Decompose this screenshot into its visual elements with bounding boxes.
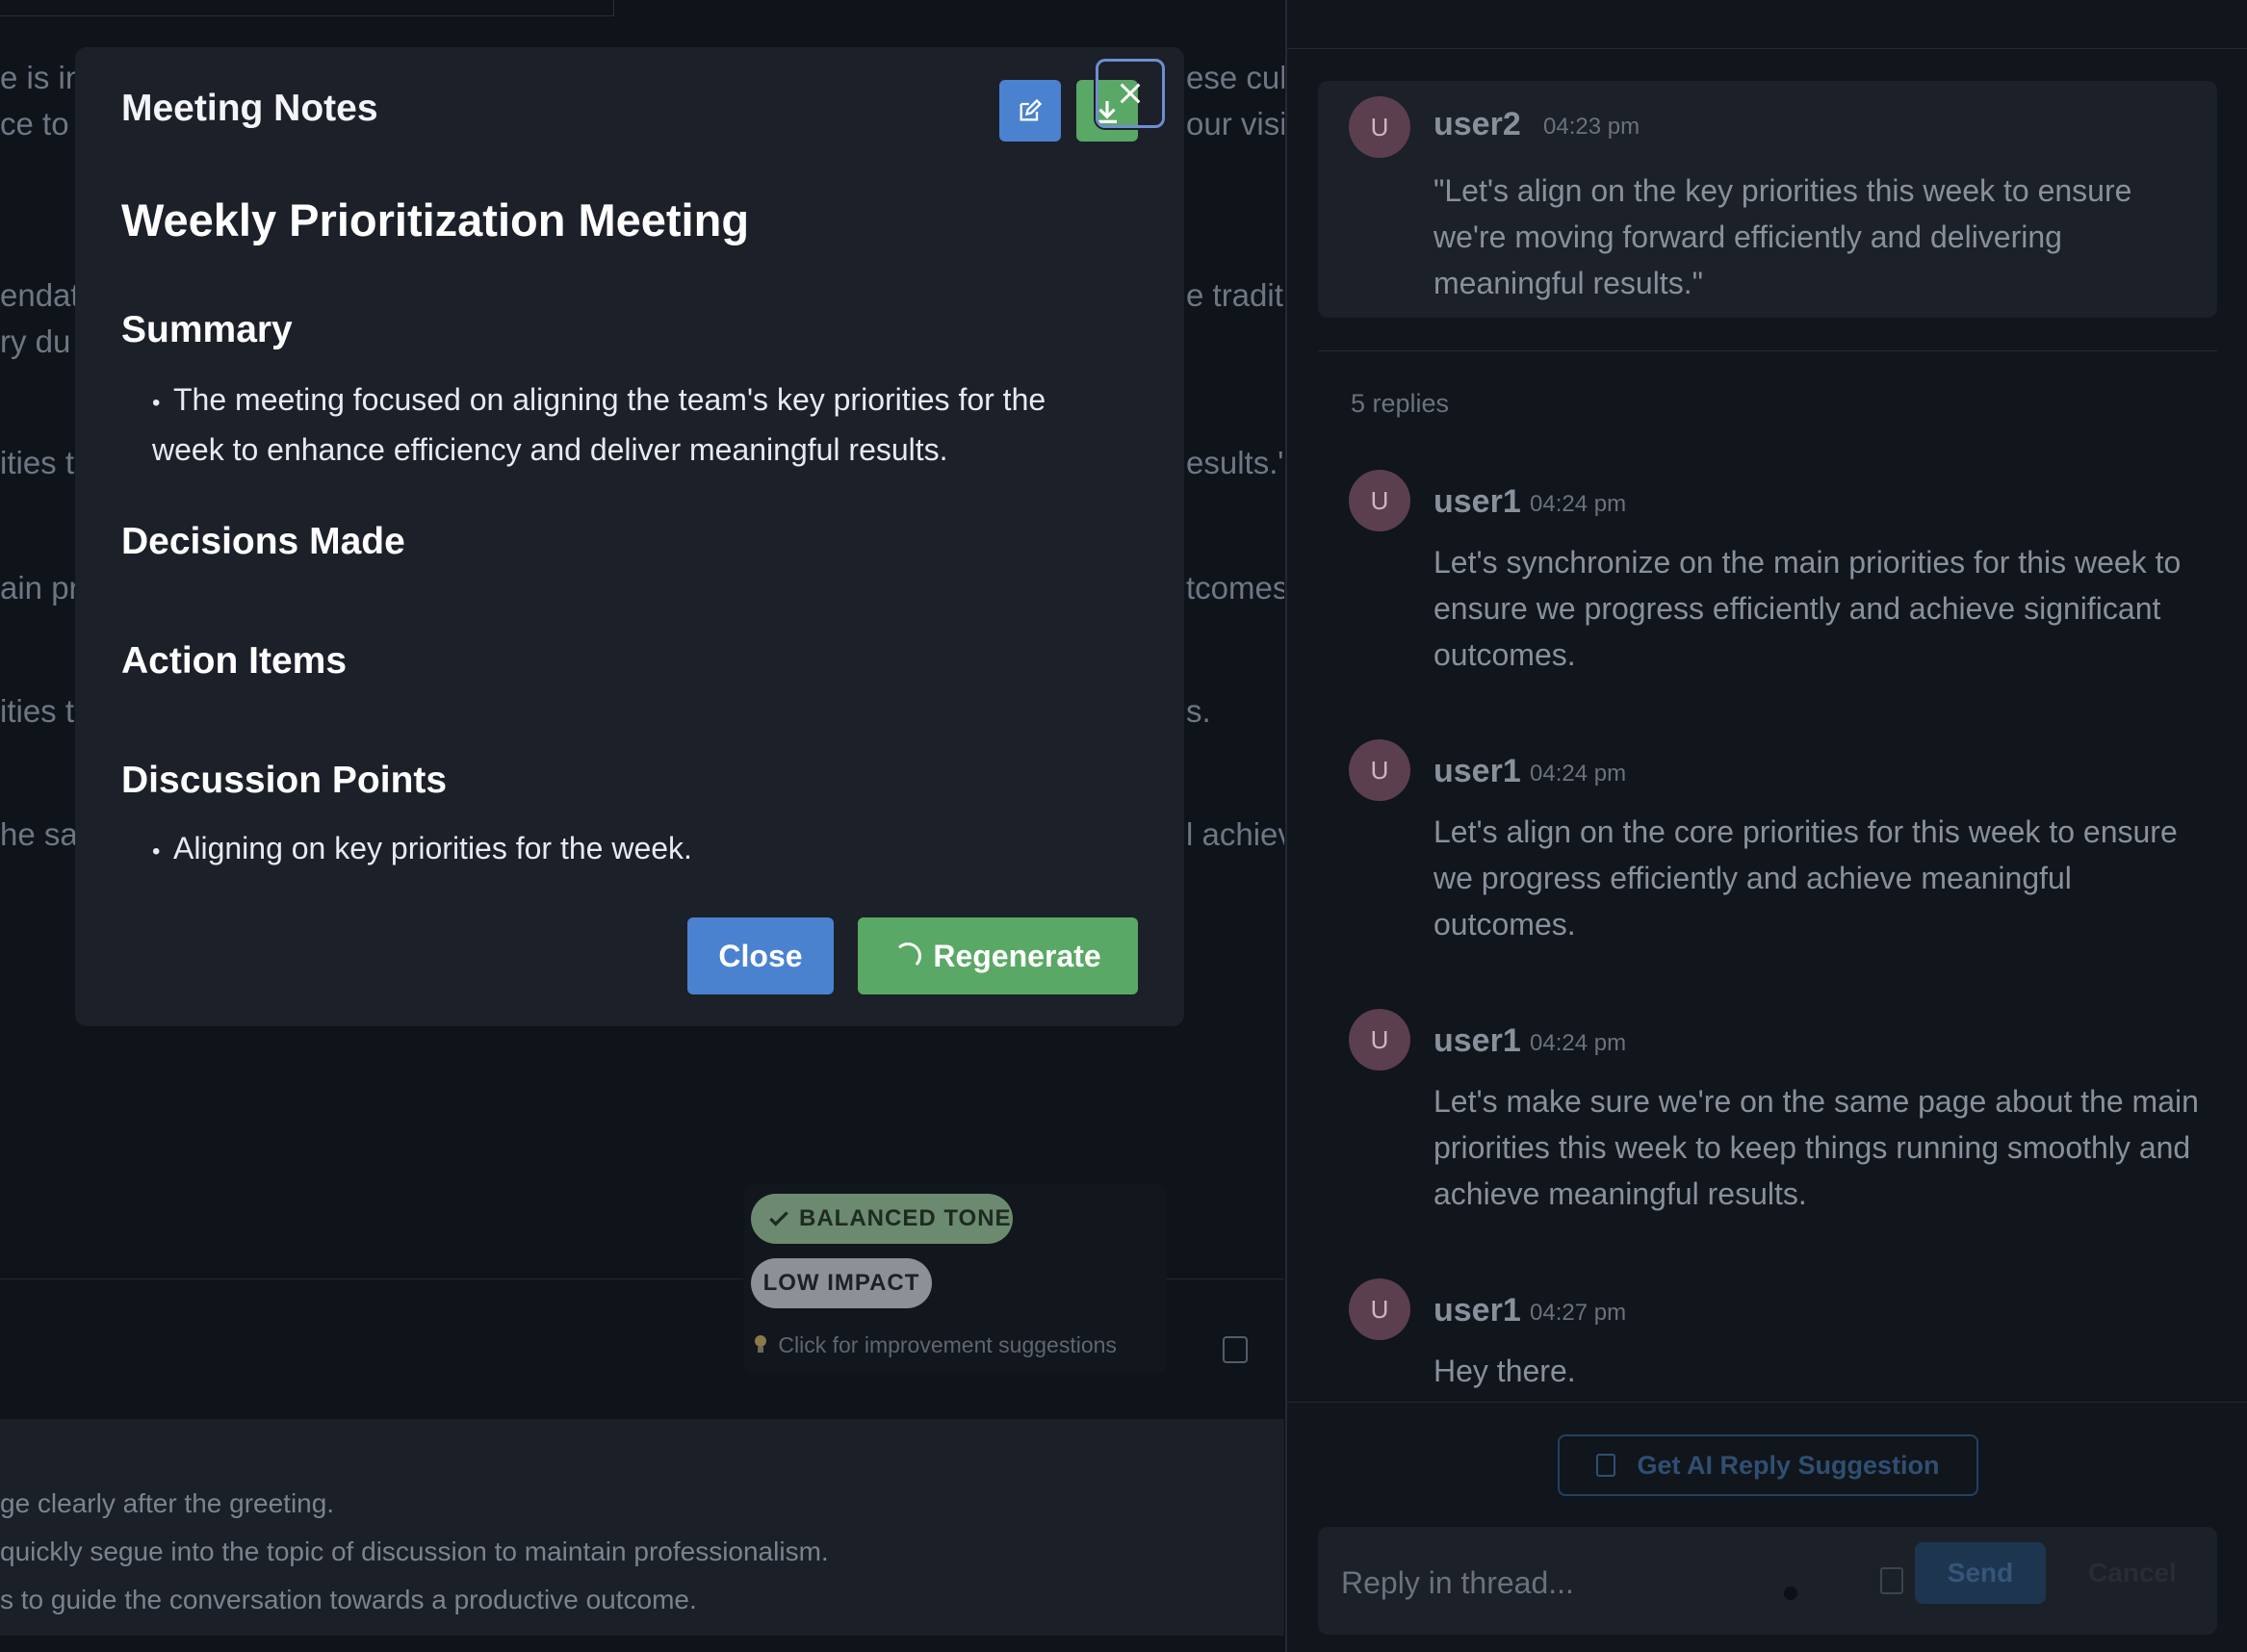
bg-text: ry du — [0, 323, 71, 359]
message-username: user1 — [1433, 483, 1521, 520]
summary-item: • The meeting focused on aligning the tea… — [152, 382, 1046, 467]
bg-text: s. — [1186, 693, 1211, 729]
message-time: 04:27 pm — [1530, 1300, 1627, 1326]
bg-text: e is in — [0, 60, 84, 95]
impact-badge: LOW IMPACT — [751, 1258, 932, 1308]
message-time: 04:23 pm — [1543, 114, 1640, 140]
cursor-dot — [1784, 1587, 1797, 1600]
cancel-button[interactable]: Cancel — [2088, 1542, 2177, 1604]
bg-text: endati — [0, 277, 87, 313]
suggestion-line: s to guide the conversation towards a pr… — [0, 1585, 697, 1614]
close-button[interactable]: Close — [687, 917, 834, 994]
modal-title: Meeting Notes — [121, 88, 378, 129]
ai-assist-icon[interactable] — [1880, 1567, 1903, 1594]
edit-icon — [1020, 98, 1043, 121]
reply-input[interactable] — [1339, 1548, 1767, 1617]
message-text: Hey there. — [1433, 1354, 1576, 1388]
replies-divider — [1318, 350, 2217, 351]
summary-item-text: The meeting focused on aligning the team… — [152, 382, 1046, 467]
message-time: 04:24 pm — [1530, 761, 1627, 787]
close-icon — [1120, 83, 1141, 104]
bg-text: tcomes — [1186, 570, 1284, 606]
send-button[interactable]: Send — [1915, 1542, 2046, 1604]
discussion-item-text: Aligning on key priorities for the week. — [173, 831, 692, 865]
message-text: Let's align on the core priorities for t… — [1433, 814, 2178, 942]
avatar: U — [1349, 739, 1410, 801]
replies-count: 5 replies — [1351, 389, 1450, 418]
suggestion-line: ge clearly after the greeting. — [0, 1488, 335, 1518]
discussion-heading: Discussion Points — [121, 760, 448, 801]
improvement-hint-label: Click for improvement suggestions — [778, 1332, 1117, 1357]
message-text: "Let's align on the key priorities this … — [1433, 173, 2132, 300]
thread-panel: U user2 04:23 pm "Let's align on the key… — [1285, 0, 2247, 1652]
edit-button[interactable] — [999, 80, 1061, 142]
meeting-heading: Weekly Prioritization Meeting — [121, 194, 750, 245]
top-input-bar — [0, 0, 614, 16]
avatar: U — [1349, 1278, 1410, 1340]
message-text: Let's make sure we're on the same page a… — [1433, 1084, 2199, 1211]
avatar: U — [1349, 470, 1410, 531]
reply-composer: Send Cancel — [1318, 1527, 2217, 1635]
meeting-notes-modal: Meeting Notes Weekly Prioritization Meet… — [75, 47, 1184, 1026]
loading-spinner-icon — [894, 942, 922, 969]
summary-heading: Summary — [121, 309, 293, 350]
message-username: user1 — [1433, 753, 1521, 789]
bg-text: ain pr — [0, 570, 80, 606]
impact-label: LOW IMPACT — [762, 1270, 920, 1296]
decisions-heading: Decisions Made — [121, 521, 405, 562]
bg-text: l achiev — [1186, 816, 1284, 852]
message-time: 04:24 pm — [1530, 491, 1627, 517]
regenerate-label: Regenerate — [933, 938, 1101, 973]
discussion-item: • Aligning on key priorities for the week… — [152, 831, 692, 865]
bg-text: ities t — [0, 693, 75, 729]
suggestion-line: quickly segue into the topic of discussi… — [0, 1536, 829, 1566]
bg-text: esults." — [1186, 445, 1284, 480]
bg-text: e tradit — [1186, 277, 1283, 313]
improvement-hint[interactable]: Click for improvement suggestions — [753, 1332, 1117, 1358]
regenerate-button[interactable]: Regenerate — [858, 917, 1138, 994]
message-username: user2 — [1433, 106, 1521, 142]
ai-assist-icon[interactable] — [1223, 1336, 1248, 1363]
parent-message: U user2 04:23 pm "Let's align on the key… — [1318, 81, 2217, 318]
bg-text: ities t — [0, 445, 75, 480]
suggestion-panel: ge clearly after the greeting. quickly s… — [0, 1419, 1284, 1636]
balanced-tone-label: BALANCED TONE — [799, 1205, 1012, 1231]
action-items-heading: Action Items — [121, 640, 348, 682]
thread-header-divider — [1287, 48, 2247, 49]
ai-icon — [1596, 1454, 1616, 1477]
message-username: user1 — [1433, 1022, 1521, 1059]
ai-reply-suggestion-label: Get AI Reply Suggestion — [1637, 1450, 1940, 1480]
tone-analysis-card[interactable]: BALANCED TONE LOW IMPACT Click for impro… — [743, 1184, 1167, 1373]
check-icon — [769, 1211, 788, 1226]
avatar: U — [1349, 1009, 1410, 1071]
bg-text: ce to — [0, 106, 69, 142]
message-time: 04:24 pm — [1530, 1030, 1627, 1056]
close-modal-button[interactable] — [1096, 59, 1165, 128]
avatar: U — [1349, 96, 1410, 158]
lightbulb-icon — [755, 1335, 766, 1353]
balanced-tone-badge: BALANCED TONE — [751, 1194, 1013, 1244]
bg-text: our visit — [1186, 106, 1284, 142]
message-username: user1 — [1433, 1292, 1521, 1329]
bg-text: ese cul — [1186, 60, 1284, 95]
thread-footer-divider — [1287, 1402, 2247, 1403]
ai-reply-suggestion-button[interactable]: Get AI Reply Suggestion — [1558, 1434, 1978, 1496]
message-text: Let's synchronize on the main priorities… — [1433, 545, 2182, 672]
